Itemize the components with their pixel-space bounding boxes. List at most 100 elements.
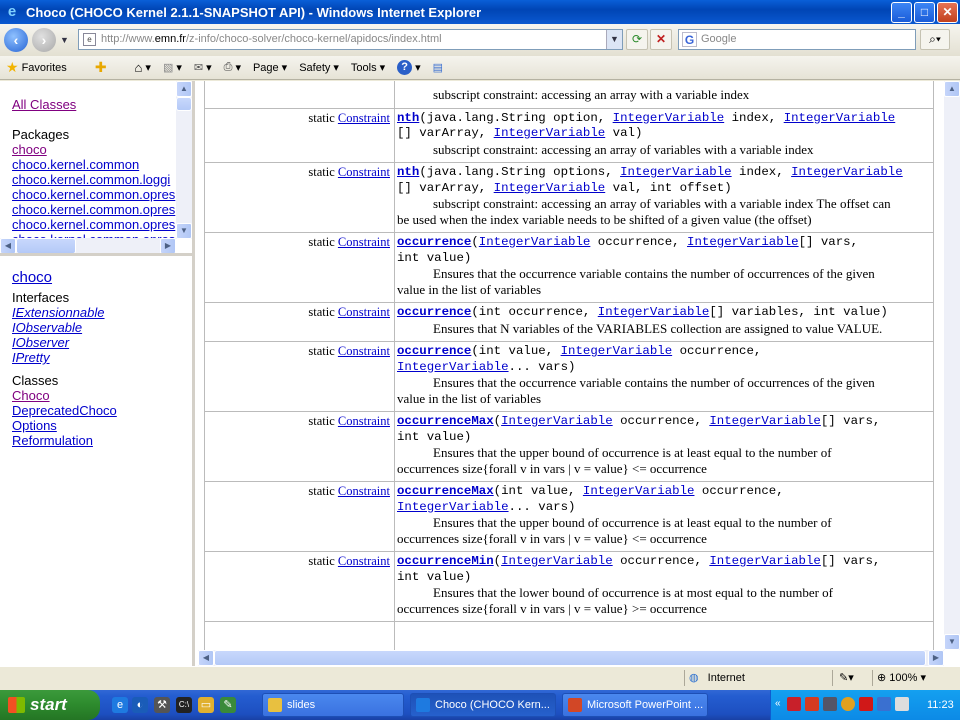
ie-quicklaunch-icon[interactable]: e	[112, 697, 128, 713]
return-type-link[interactable]: Constraint	[338, 235, 390, 249]
scroll-up-icon[interactable]: ▲	[176, 81, 192, 97]
tools-menu[interactable]: Tools ▾	[351, 61, 385, 75]
network-tray-icon[interactable]	[823, 697, 837, 711]
forward-button[interactable]: ›	[32, 28, 56, 52]
package-link[interactable]: choco.kernel.common	[12, 157, 175, 172]
class-link[interactable]: Reformulation	[12, 433, 117, 448]
interface-link[interactable]: IExtensionnable	[12, 305, 105, 320]
folder-quicklaunch-icon[interactable]: ▭	[198, 697, 214, 713]
close-button[interactable]: ✕	[937, 2, 958, 23]
package-link[interactable]: choco.kernel.common.opres	[12, 187, 175, 202]
type-link[interactable]: IntegerVariable	[598, 305, 710, 319]
method-link[interactable]: occurrenceMin	[397, 554, 494, 568]
type-link[interactable]: IntegerVariable	[613, 111, 725, 125]
search-icon[interactable]: ⌕▾	[920, 29, 950, 50]
method-link[interactable]: occurrenceMax	[397, 484, 494, 498]
package-link[interactable]: choco.kernel.common.loggi	[12, 172, 175, 187]
mail-icon[interactable]: ✉ ▾	[194, 61, 212, 74]
class-link[interactable]: Options	[12, 418, 117, 433]
history-dropdown-icon[interactable]: ▼	[60, 35, 69, 45]
method-link[interactable]: nth	[397, 165, 419, 179]
zoom-control[interactable]: ⊕ 100% ▾	[872, 670, 926, 686]
class-link[interactable]: DeprecatedChoco	[12, 403, 117, 418]
return-type-link[interactable]: Constraint	[338, 414, 390, 428]
add-favorite-icon[interactable]: ✚	[95, 59, 107, 76]
feeds-icon[interactable]: ▧ ▾	[163, 61, 182, 74]
safety-menu[interactable]: Safety ▾	[299, 61, 339, 75]
search-input[interactable]: G Google	[678, 29, 916, 50]
main-hscrollbar[interactable]: ◀ ▶	[198, 650, 944, 666]
type-link[interactable]: IntegerVariable	[501, 554, 613, 568]
return-type-link[interactable]: Constraint	[338, 111, 390, 125]
back-button[interactable]: ‹	[4, 28, 28, 52]
scroll-down-icon[interactable]: ▼	[944, 634, 960, 650]
class-link[interactable]: Choco	[12, 388, 117, 403]
return-type-link[interactable]: Constraint	[338, 344, 390, 358]
method-link[interactable]: occurrence	[397, 235, 471, 249]
interface-link[interactable]: IPretty	[12, 350, 105, 365]
scroll-thumb[interactable]	[16, 238, 76, 253]
help-icon[interactable]: ? ▾	[397, 60, 421, 75]
update-tray-icon[interactable]	[805, 697, 819, 711]
type-link[interactable]: IntegerVariable	[494, 181, 606, 195]
return-type-link[interactable]: Constraint	[338, 305, 390, 319]
task-choco[interactable]: Choco (CHOCO Kern...	[410, 693, 556, 717]
protected-mode-icon[interactable]: ✎▾	[832, 670, 854, 686]
main-vscrollbar[interactable]: ▲ ▼	[944, 81, 960, 650]
cmd-quicklaunch-icon[interactable]: C:\	[176, 697, 192, 713]
interface-link[interactable]: IObserver	[12, 335, 105, 350]
refresh-icon[interactable]: ⟳	[626, 29, 648, 50]
type-link[interactable]: IntegerVariable	[687, 235, 799, 249]
type-link[interactable]: IntegerVariable	[561, 344, 673, 358]
interface-link[interactable]: IObservable	[12, 320, 105, 335]
display-tray-icon[interactable]	[877, 697, 891, 711]
task-powerpoint[interactable]: Microsoft PowerPoint ...	[562, 693, 708, 717]
scroll-thumb[interactable]	[176, 97, 192, 111]
package-title-link[interactable]: choco	[12, 269, 52, 286]
all-classes-link[interactable]: All Classes	[12, 97, 76, 112]
scroll-left-icon[interactable]: ◀	[0, 238, 16, 253]
return-type-link[interactable]: Constraint	[338, 484, 390, 498]
method-link[interactable]: occurrenceMax	[397, 414, 494, 428]
browser-quicklaunch-icon[interactable]: ◐	[132, 697, 148, 713]
method-link[interactable]: nth	[397, 111, 419, 125]
return-type-link[interactable]: Constraint	[338, 554, 390, 568]
print-icon[interactable]: ⎙ ▾	[224, 61, 241, 74]
volume-tray-icon[interactable]	[895, 697, 909, 711]
package-link[interactable]: choco.kernel.common.opres	[12, 217, 175, 232]
research-icon[interactable]: ▤	[433, 61, 443, 74]
type-link[interactable]: IntegerVariable	[583, 484, 695, 498]
page-menu[interactable]: Page ▾	[253, 61, 287, 75]
type-link[interactable]: IntegerVariable	[397, 360, 509, 374]
alert-tray-icon[interactable]	[841, 697, 855, 711]
method-link[interactable]: occurrence	[397, 305, 471, 319]
package-link[interactable]: choco	[12, 142, 175, 157]
address-dropdown-icon[interactable]: ▼	[606, 30, 622, 49]
maximize-button[interactable]: □	[914, 2, 935, 23]
app-quicklaunch-icon[interactable]: ✎	[220, 697, 236, 713]
stop-icon[interactable]: ✕	[650, 29, 672, 50]
scroll-right-icon[interactable]: ▶	[928, 650, 944, 666]
method-link[interactable]: occurrence	[397, 344, 471, 358]
minimize-button[interactable]: _	[891, 2, 912, 23]
scroll-down-icon[interactable]: ▼	[176, 223, 192, 239]
type-link[interactable]: IntegerVariable	[709, 414, 821, 428]
type-link[interactable]: IntegerVariable	[709, 554, 821, 568]
start-button[interactable]: start	[0, 690, 100, 720]
package-list-vscrollbar[interactable]: ▲ ▼	[176, 81, 192, 239]
type-link[interactable]: IntegerVariable	[784, 111, 896, 125]
ati-tray-icon[interactable]	[859, 697, 873, 711]
type-link[interactable]: IntegerVariable	[397, 500, 509, 514]
antivirus-tray-icon[interactable]	[787, 697, 801, 711]
tool-quicklaunch-icon[interactable]: ⚒	[154, 697, 170, 713]
type-link[interactable]: IntegerVariable	[620, 165, 732, 179]
package-link[interactable]: choco.kernel.common.opres	[12, 202, 175, 217]
home-icon[interactable]: ⌂ ▾	[135, 60, 151, 75]
address-input[interactable]: e http://www.emn.fr/z-info/choco-solver/…	[78, 29, 623, 50]
package-list-hscrollbar[interactable]: ◀ ▶	[0, 238, 176, 253]
type-link[interactable]: IntegerVariable	[501, 414, 613, 428]
return-type-link[interactable]: Constraint	[338, 165, 390, 179]
scroll-up-icon[interactable]: ▲	[944, 81, 960, 97]
scroll-right-icon[interactable]: ▶	[160, 238, 176, 253]
type-link[interactable]: IntegerVariable	[479, 235, 591, 249]
